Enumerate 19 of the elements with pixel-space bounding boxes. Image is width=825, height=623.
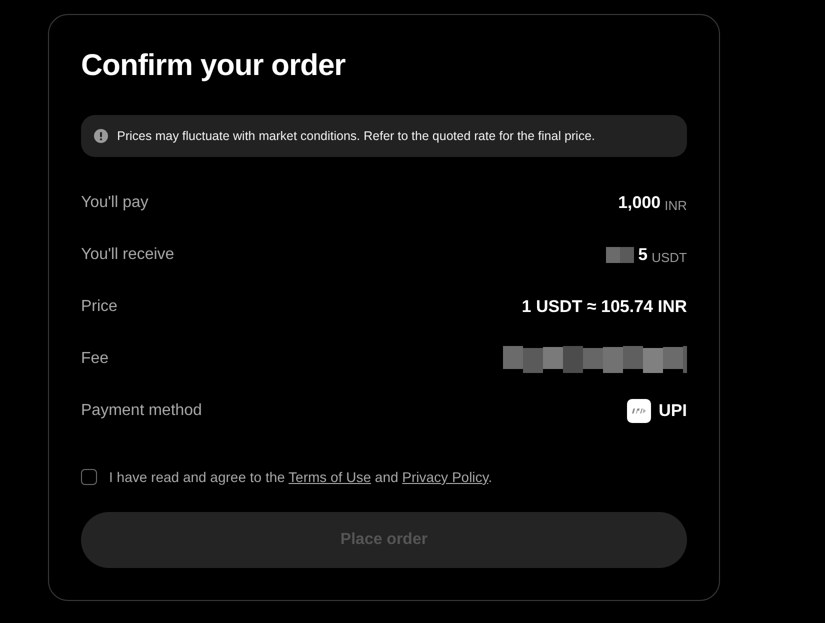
currency-unit: INR <box>664 198 687 213</box>
notice-text: Prices may fluctuate with market conditions. Refer to the quoted rate for the final price. <box>117 129 596 143</box>
detail-label: Price <box>81 298 118 316</box>
exclamation-icon <box>94 129 108 143</box>
amount-value: 5 <box>638 245 648 265</box>
amount-value: 1,000 <box>618 193 661 213</box>
text-link[interactable]: Terms of Use <box>288 469 372 485</box>
detail-label: You'll receive <box>81 246 174 264</box>
currency-unit: USDT <box>652 250 687 265</box>
detail-label: You'll pay <box>81 194 148 212</box>
payment-method: UPI <box>658 401 687 421</box>
detail-label: Payment method <box>81 402 202 420</box>
payment-logo-icon <box>626 399 651 423</box>
agreement-text: I have read and agree to the Terms of Use and Privacy Policy. <box>109 469 492 485</box>
exchange-rate: 1 USDT ≈ 105.74 INR <box>522 297 687 317</box>
detail-label: Fee <box>81 350 109 368</box>
text-link[interactable]: Privacy Policy <box>402 469 488 485</box>
agree-checkbox[interactable] <box>81 469 97 485</box>
page-title: Confirm your order <box>81 48 346 84</box>
